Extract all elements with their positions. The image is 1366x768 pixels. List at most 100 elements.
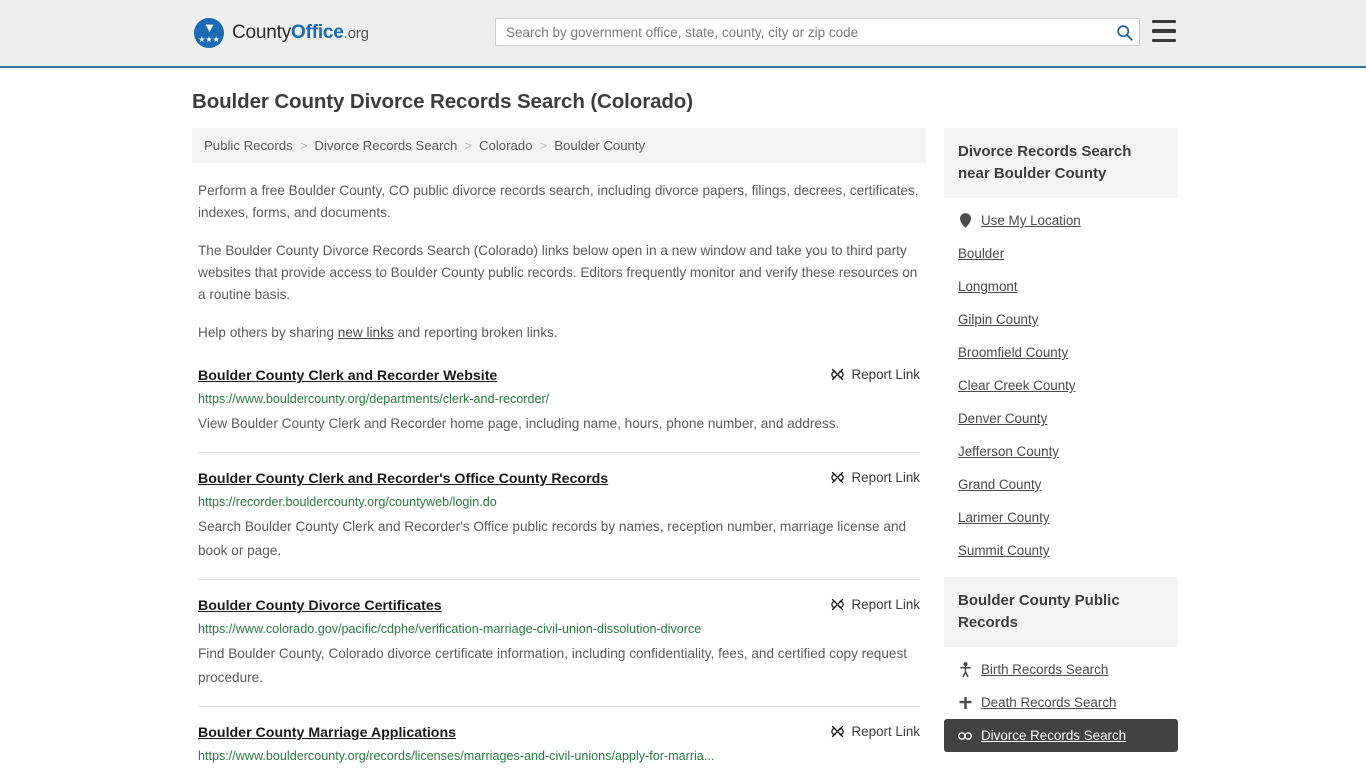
breadcrumb-item-4[interactable]: Boulder County xyxy=(554,138,645,153)
sidebar-record-item-label: Death Records Search xyxy=(981,695,1117,710)
sidebar-nearby-box: Divorce Records Search near Boulder Coun… xyxy=(944,128,1178,567)
search-bar[interactable] xyxy=(495,18,1140,46)
content-container: Public Records > Divorce Records Search > Co… xyxy=(188,128,1178,768)
main-column: Public Records > Divorce Records Search > Co… xyxy=(192,128,926,768)
result-description: Search Boulder County Clerk and Recorder… xyxy=(198,519,907,558)
result-url[interactable]: https://recorder.bouldercounty.org/count… xyxy=(198,493,920,511)
result-item: Boulder County Clerk and Recorder Websit… xyxy=(198,366,920,453)
result-header: Boulder County Clerk and Recorder Websit… xyxy=(198,366,920,386)
sidebar-nearby-heading: Divorce Records Search near Boulder Coun… xyxy=(944,128,1178,198)
sidebar-nearby-item-broomfield-county[interactable]: Broomfield County xyxy=(944,336,1178,369)
result-item: Boulder County Marriage Applications Repo… xyxy=(198,723,920,768)
page-title: Boulder County Divorce Records Search (C… xyxy=(192,90,693,113)
sidebar-nearby-item-label: Jefferson County xyxy=(958,444,1059,459)
report-link-label: Report Link xyxy=(851,367,920,382)
result-item: Boulder County Clerk and Recorder's Offi… xyxy=(198,469,920,580)
result-header: Boulder County Marriage Applications Repo… xyxy=(198,723,920,743)
map-pin-icon xyxy=(959,213,971,228)
sidebar-nearby-item-label: Boulder xyxy=(958,246,1005,261)
sidebar-nearby-item-label: Grand County xyxy=(958,477,1042,492)
sidebar-nearby-item-label: Longmont xyxy=(958,279,1018,294)
results-list: Boulder County Clerk and Recorder Websit… xyxy=(192,366,926,768)
result-url[interactable]: https://www.bouldercounty.org/records/li… xyxy=(198,747,920,765)
hamburger-bar-2 xyxy=(1152,29,1176,33)
sidebar-nearby-item-label: Broomfield County xyxy=(958,345,1069,360)
baby-icon xyxy=(959,662,971,677)
sidebar-record-item-birth-records-search[interactable]: Birth Records Search xyxy=(944,653,1178,686)
report-link-label: Report Link xyxy=(851,597,920,612)
page-body: Boulder County Divorce Records Search (C… xyxy=(0,68,1366,768)
result-title-link[interactable]: Boulder County Divorce Certificates xyxy=(198,596,442,616)
site-logo[interactable]: ▼ ★★★ CountyOffice.org xyxy=(194,18,369,48)
search-button[interactable] xyxy=(1109,19,1139,45)
intro-p3-after: and reporting broken links. xyxy=(393,325,558,340)
broken-link-icon xyxy=(830,725,844,738)
brand-part-office: Office xyxy=(291,22,344,43)
sidebar-nearby-item-use-my-location[interactable]: Use My Location xyxy=(944,204,1178,237)
sidebar-nearby-item-label: Use My Location xyxy=(981,213,1081,228)
intro-paragraph-3: Help others by sharing new links and rep… xyxy=(198,322,920,344)
intro-paragraph-1: Perform a free Boulder County, CO public… xyxy=(198,183,919,220)
sidebar-public-records-list: Birth Records Search Death Records Search… xyxy=(944,647,1178,752)
sidebar-nearby-item-jefferson-county[interactable]: Jefferson County xyxy=(944,435,1178,468)
sidebar: Divorce Records Search near Boulder Coun… xyxy=(944,128,1178,756)
sidebar-nearby-item-boulder[interactable]: Boulder xyxy=(944,237,1178,270)
search-input[interactable] xyxy=(496,19,1109,45)
cross-icon xyxy=(958,696,972,709)
report-link-button[interactable]: Report Link xyxy=(830,469,920,485)
sidebar-record-item-death-records-search[interactable]: Death Records Search xyxy=(944,686,1178,719)
result-description: View Boulder County Clerk and Recorder h… xyxy=(198,416,840,431)
divorce-rings-icon xyxy=(958,731,972,740)
breadcrumb-separator: > xyxy=(299,138,308,153)
sidebar-nearby-item-longmont[interactable]: Longmont xyxy=(944,270,1178,303)
breadcrumb-item-2[interactable]: Divorce Records Search xyxy=(314,138,457,153)
sidebar-public-records-box: Boulder County Public Records Birth Reco… xyxy=(944,577,1178,752)
report-link-button[interactable]: Report Link xyxy=(830,366,920,382)
sidebar-nearby-item-label: Gilpin County xyxy=(958,312,1039,327)
broken-link-icon xyxy=(830,368,844,381)
baby-icon xyxy=(958,662,972,677)
sidebar-nearby-item-gilpin-county[interactable]: Gilpin County xyxy=(944,303,1178,336)
sidebar-public-records-heading: Boulder County Public Records xyxy=(944,577,1178,647)
sidebar-nearby-item-denver-county[interactable]: Denver County xyxy=(944,402,1178,435)
sidebar-nearby-item-clear-creek-county[interactable]: Clear Creek County xyxy=(944,369,1178,402)
breadcrumb-separator: > xyxy=(539,138,548,153)
broken-link-icon xyxy=(830,598,844,611)
breadcrumb-item-3[interactable]: Colorado xyxy=(479,138,533,153)
sidebar-nearby-item-label: Summit County xyxy=(958,543,1050,558)
new-links-link[interactable]: new links xyxy=(338,325,394,340)
breadcrumb: Public Records > Divorce Records Search > Co… xyxy=(192,128,926,163)
sidebar-nearby-item-summit-county[interactable]: Summit County xyxy=(944,534,1178,567)
hamburger-menu-icon[interactable] xyxy=(1152,20,1176,42)
sidebar-nearby-item-label: Clear Creek County xyxy=(958,378,1076,393)
search-icon xyxy=(1116,24,1133,41)
result-title-link[interactable]: Boulder County Clerk and Recorder's Offi… xyxy=(198,469,608,489)
result-url[interactable]: https://www.bouldercounty.org/department… xyxy=(198,390,920,408)
intro-paragraph-2: The Boulder County Divorce Records Searc… xyxy=(198,243,918,302)
report-link-label: Report Link xyxy=(851,470,920,485)
sidebar-nearby-item-larimer-county[interactable]: Larimer County xyxy=(944,501,1178,534)
result-url[interactable]: https://www.colorado.gov/pacific/cdphe/v… xyxy=(198,620,920,638)
intro-text: Perform a free Boulder County, CO public… xyxy=(192,180,926,344)
brand-part-org: .org xyxy=(343,25,369,42)
sidebar-record-item-divorce-records-search[interactable]: Divorce Records Search xyxy=(944,719,1178,752)
breadcrumb-item-1[interactable]: Public Records xyxy=(204,138,293,153)
site-header: ▼ ★★★ CountyOffice.org xyxy=(0,0,1366,68)
result-title-link[interactable]: Boulder County Marriage Applications xyxy=(198,723,456,743)
result-item: Boulder County Divorce Certificates Repor… xyxy=(198,596,920,707)
sidebar-nearby-list: Use My Location Boulder Longmont Gilpin Cou… xyxy=(944,198,1178,567)
result-header: Boulder County Clerk and Recorder's Offi… xyxy=(198,469,920,489)
eagle-glyph: ▼ xyxy=(203,20,216,35)
brand-wordmark: CountyOffice.org xyxy=(232,22,369,44)
sidebar-nearby-item-grand-county[interactable]: Grand County xyxy=(944,468,1178,501)
intro-p3-before: Help others by sharing xyxy=(198,325,338,340)
sidebar-nearby-item-label: Denver County xyxy=(958,411,1048,426)
result-description: Find Boulder County, Colorado divorce ce… xyxy=(198,646,908,685)
report-link-button[interactable]: Report Link xyxy=(830,596,920,612)
report-link-button[interactable]: Report Link xyxy=(830,723,920,739)
hamburger-bar-1 xyxy=(1152,20,1176,24)
result-title-link[interactable]: Boulder County Clerk and Recorder Websit… xyxy=(198,366,497,386)
sidebar-nearby-item-label: Larimer County xyxy=(958,510,1050,525)
broken-link-icon xyxy=(830,471,844,484)
breadcrumb-separator: > xyxy=(464,138,473,153)
